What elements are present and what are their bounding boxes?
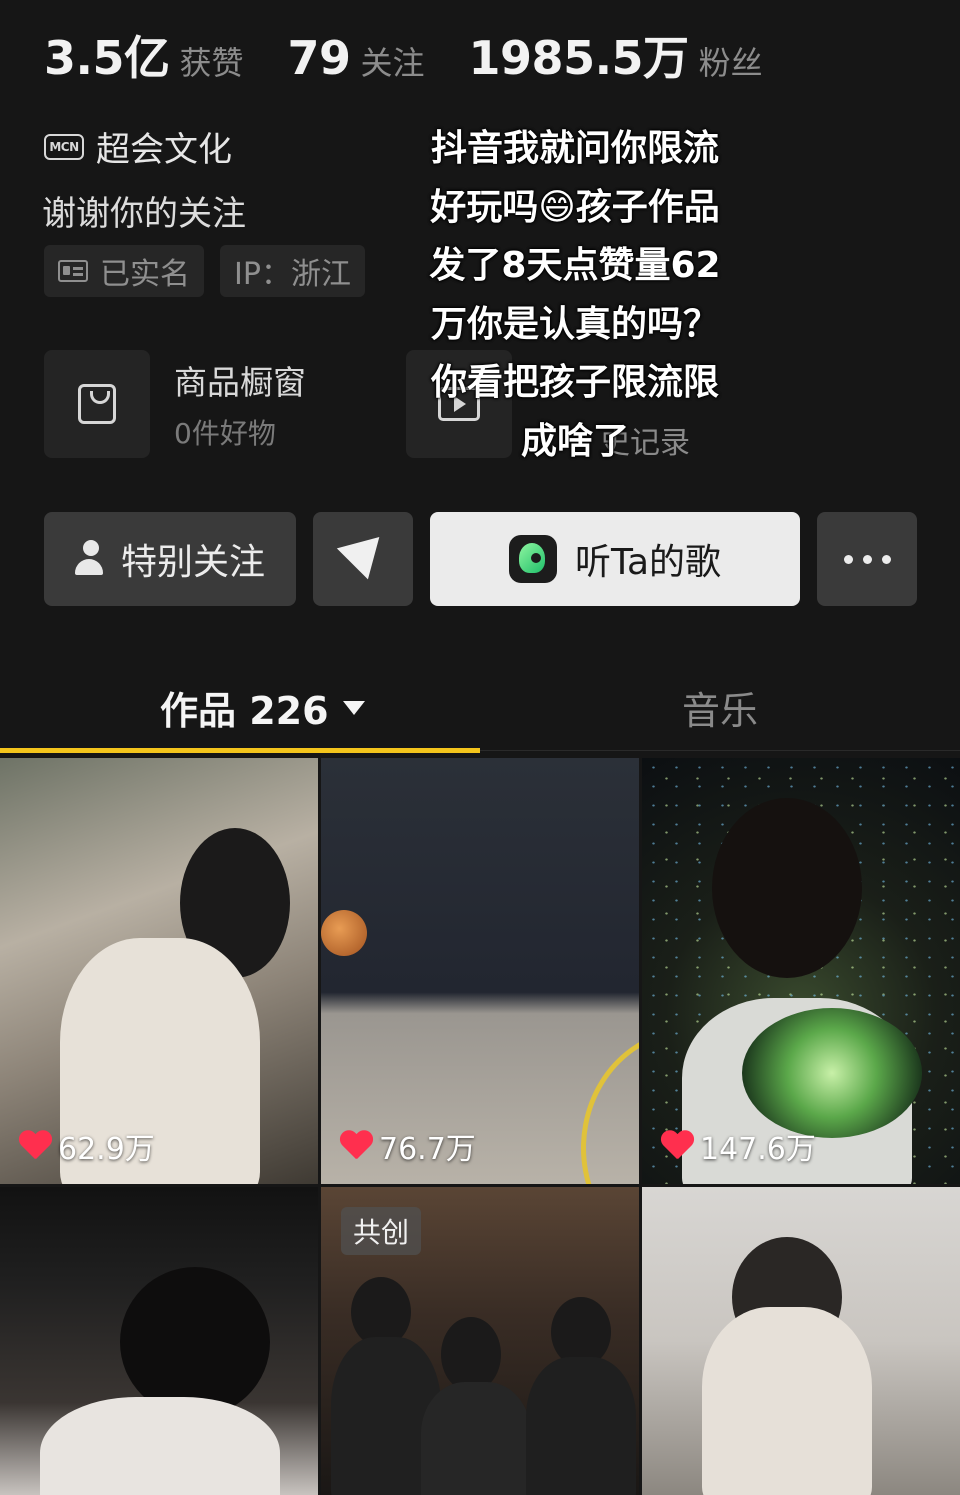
video-tile[interactable] bbox=[642, 1187, 960, 1495]
mcn-icon: MCN bbox=[44, 133, 84, 160]
heart-icon bbox=[339, 1131, 373, 1161]
tab-works-label: 作品 226 bbox=[160, 689, 329, 733]
more-options-button[interactable] bbox=[817, 512, 917, 606]
tab-music-label: 音乐 bbox=[682, 689, 759, 733]
like-count: 76.7万 bbox=[339, 1124, 476, 1168]
video-tile[interactable]: 76.7万 bbox=[321, 758, 639, 1184]
co-creation-badge: 共创 bbox=[341, 1207, 422, 1255]
video-thumbnail-court bbox=[581, 1028, 639, 1184]
send-icon bbox=[336, 536, 390, 586]
like-count: 62.9万 bbox=[18, 1124, 155, 1168]
shop-icon-box bbox=[44, 350, 150, 458]
shopping-bag-icon bbox=[78, 384, 116, 424]
music-app-icon bbox=[508, 535, 557, 583]
like-count-text: 147.6万 bbox=[700, 1132, 816, 1167]
stat-following-count: 79 bbox=[287, 31, 352, 85]
caption-line: 抖音我就问你限流 bbox=[430, 128, 719, 169]
video-tile[interactable] bbox=[0, 1187, 318, 1495]
like-count-text: 76.7万 bbox=[379, 1132, 476, 1167]
heart-icon bbox=[660, 1131, 694, 1161]
caption-line: 发了8天点赞量62 bbox=[429, 245, 721, 286]
caption-line: 成啥了 bbox=[520, 420, 629, 462]
tab-works[interactable]: 作品 226 bbox=[160, 680, 365, 735]
verified-tag: 已实名 bbox=[44, 245, 204, 297]
mcn-name: 超会文化 bbox=[96, 130, 232, 170]
stats-row: 3.5亿 获赞 79 关注 1985.5万 粉丝 bbox=[44, 22, 807, 88]
video-thumbnail-figure bbox=[40, 1397, 280, 1495]
special-follow-button[interactable]: 特别关注 bbox=[44, 512, 296, 606]
caret-down-icon[interactable] bbox=[342, 700, 365, 715]
stat-following-label: 关注 bbox=[360, 44, 425, 82]
heart-icon bbox=[18, 1131, 52, 1161]
video-thumbnail-figure bbox=[120, 1267, 270, 1417]
profile-tags: 已实名 IP：浙江 bbox=[44, 245, 381, 297]
stat-likes[interactable]: 3.5亿 获赞 bbox=[44, 22, 244, 88]
video-thumbnail-ball bbox=[321, 910, 367, 956]
ip-location-tag: IP：浙江 bbox=[220, 245, 365, 297]
video-tile[interactable]: 62.9万 bbox=[0, 758, 318, 1184]
video-thumbnail-bouquet bbox=[742, 1008, 922, 1138]
more-dots-icon bbox=[839, 554, 896, 564]
stat-fans-count: 1985.5万 bbox=[468, 31, 690, 85]
profile-page: 3.5亿 获赞 79 关注 1985.5万 粉丝 MCN 超会文化 谢谢你的关注… bbox=[0, 0, 960, 1495]
stat-likes-count: 3.5亿 bbox=[44, 31, 170, 85]
tab-music[interactable]: 音乐 bbox=[682, 680, 758, 735]
video-thumbnail-figure bbox=[712, 798, 862, 978]
like-count-text: 62.9万 bbox=[58, 1132, 155, 1167]
mcn-row[interactable]: MCN 超会文化 bbox=[44, 122, 232, 171]
video-thumbnail-figure bbox=[441, 1317, 501, 1392]
like-count: 147.6万 bbox=[660, 1124, 816, 1168]
caption-line: 你看把孩子限流限 bbox=[430, 362, 719, 403]
listen-songs-button[interactable]: 听Ta的歌 bbox=[430, 512, 800, 606]
video-thumbnail-figure bbox=[421, 1382, 531, 1495]
caption-line: 万你是认真的吗？ bbox=[430, 303, 719, 345]
tab-divider bbox=[480, 750, 960, 751]
overlay-caption: 抖音我就问你限流 好玩吗😄孩子作品 发了8天点赞量62 万你是认真的吗？ 你看把… bbox=[400, 120, 750, 471]
person-check-icon bbox=[74, 540, 109, 578]
active-tab-indicator bbox=[0, 748, 480, 753]
stat-following[interactable]: 79 关注 bbox=[288, 31, 425, 85]
ip-location-label: IP：浙江 bbox=[234, 257, 351, 292]
video-thumbnail-figure bbox=[702, 1307, 872, 1495]
listen-songs-label: 听Ta的歌 bbox=[574, 542, 722, 583]
profile-bio: 谢谢你的关注 bbox=[42, 194, 246, 234]
verified-label: 已实名 bbox=[100, 257, 190, 292]
send-message-button[interactable] bbox=[313, 512, 413, 606]
shop-subtitle: 0件好物 bbox=[174, 417, 276, 450]
id-card-icon bbox=[58, 260, 88, 282]
special-follow-label: 特别关注 bbox=[120, 542, 265, 583]
shop-window-card[interactable]: 商品橱窗 0件好物 bbox=[44, 350, 306, 458]
shop-title: 商品橱窗 bbox=[174, 363, 306, 402]
video-tile[interactable]: 共创 bbox=[321, 1187, 639, 1495]
stat-fans-label: 粉丝 bbox=[698, 44, 763, 82]
stat-fans[interactable]: 1985.5万 粉丝 bbox=[469, 22, 763, 88]
stat-likes-label: 获赞 bbox=[179, 44, 244, 82]
video-tile[interactable]: 147.6万 bbox=[642, 758, 960, 1184]
caption-line: 好玩吗😄孩子作品 bbox=[430, 186, 720, 228]
video-thumbnail-figure bbox=[526, 1357, 636, 1495]
